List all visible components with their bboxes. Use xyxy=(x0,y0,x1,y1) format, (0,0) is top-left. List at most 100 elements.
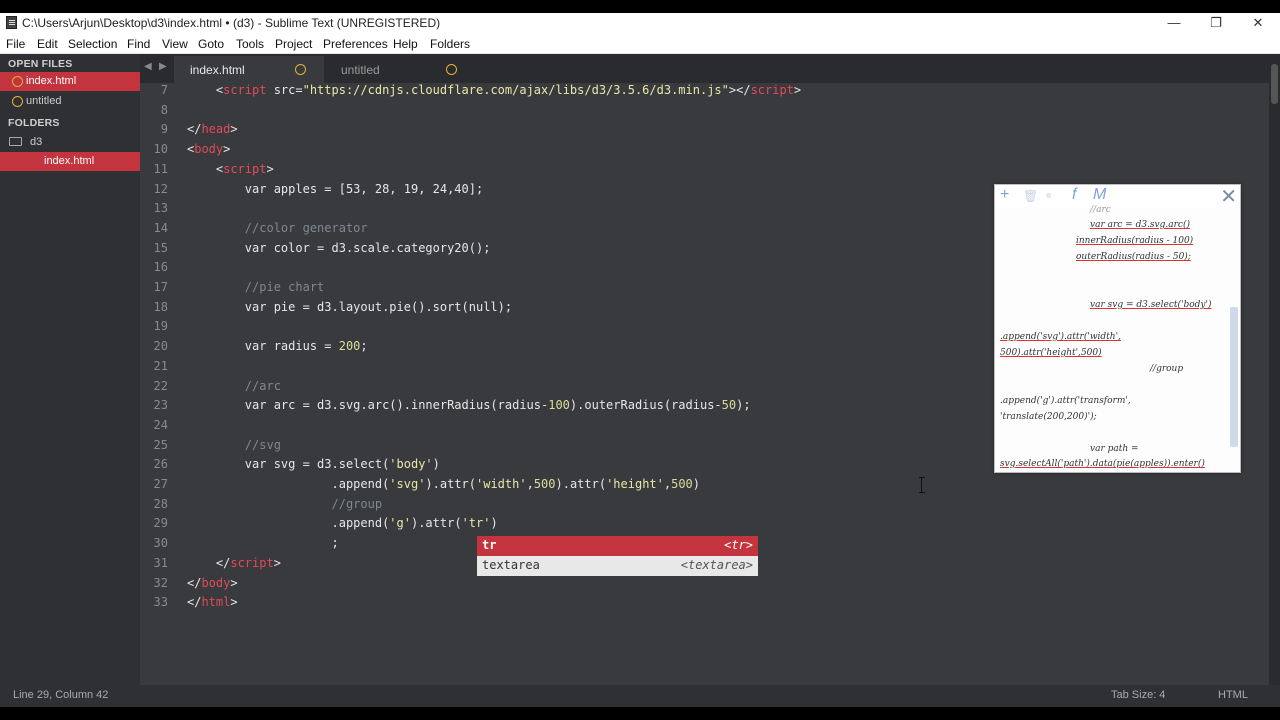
menu-edit[interactable]: Edit xyxy=(37,37,58,51)
sidebar-open-file-untitled[interactable]: untitled xyxy=(0,92,140,111)
line-number: 11 xyxy=(153,161,168,176)
code-token: </ xyxy=(187,595,202,610)
code-line[interactable]: 28 //group xyxy=(140,495,1269,515)
code-text: </body> xyxy=(187,576,238,590)
note-facebook-icon[interactable]: f xyxy=(1072,186,1076,204)
code-token: </ xyxy=(187,555,231,570)
note-close-icon[interactable]: ✕ xyxy=(1220,185,1237,209)
code-token: > xyxy=(230,595,238,610)
code-token: ) xyxy=(432,457,440,472)
menu-find[interactable]: Find xyxy=(127,37,150,51)
code-line[interactable]: 29 .append('g').attr('tr') xyxy=(140,514,1269,534)
restore-button[interactable]: ❐ xyxy=(1196,13,1236,34)
code-token: //pie chart xyxy=(187,280,325,294)
tab-untitled[interactable]: untitled xyxy=(325,56,475,83)
close-window-button[interactable]: ✕ xyxy=(1238,13,1278,34)
code-token: 'width' xyxy=(476,477,527,491)
line-number: 26 xyxy=(153,457,168,472)
scrollbar-thumb[interactable] xyxy=(1271,64,1278,104)
code-token: 50 xyxy=(721,398,737,413)
code-token: var color = d3.scale.category20(); xyxy=(187,240,491,255)
line-number: 21 xyxy=(153,358,168,373)
menu-preferences[interactable]: Preferences xyxy=(323,37,388,51)
menu-selection[interactable]: Selection xyxy=(68,37,117,51)
code-token: //group xyxy=(187,496,383,511)
menu-view[interactable]: View xyxy=(162,37,188,51)
minimize-button[interactable]: — xyxy=(1154,13,1194,34)
bottom-strip xyxy=(0,707,1280,720)
code-line[interactable]: 10 <body> xyxy=(140,140,1269,160)
menu-help[interactable]: Help xyxy=(393,37,418,51)
status-tab-size[interactable]: Tab Size: 4 xyxy=(1111,689,1165,701)
menu-folders[interactable]: Folders xyxy=(430,37,470,51)
autocomplete-item-tr[interactable]: tr <tr> xyxy=(477,536,758,556)
code-text: ; xyxy=(187,536,339,551)
code-text: </head> xyxy=(187,122,238,136)
line-number: 12 xyxy=(153,181,168,196)
code-text: </html> xyxy=(187,595,238,609)
code-token: > xyxy=(223,142,231,157)
note-add-icon[interactable]: + xyxy=(1000,186,1009,204)
autocomplete-keyword: textarea xyxy=(482,558,540,572)
code-token: //svg xyxy=(187,437,281,452)
folder-icon xyxy=(9,137,22,146)
line-number: 8 xyxy=(160,102,168,117)
code-line[interactable]: 27 .append('svg').attr('width',500).attr… xyxy=(140,475,1269,495)
autocomplete-item-textarea[interactable]: textarea <textarea> xyxy=(477,556,758,576)
note-text-line: .append('svg').attr('width', xyxy=(1000,332,1121,342)
code-token: 200 xyxy=(338,339,361,354)
status-cursor-position: Line 29, Column 42 xyxy=(13,689,109,701)
tab-next-icon[interactable]: ▶ xyxy=(159,61,167,72)
sidebar-folder-d3[interactable]: d3 xyxy=(30,136,42,148)
code-token: ) xyxy=(692,477,701,491)
note-gmail-icon[interactable]: M xyxy=(1093,186,1106,204)
tab-modified-icon[interactable] xyxy=(295,64,306,75)
note-trash-icon[interactable]: 🗑 xyxy=(1023,189,1038,203)
code-text: var color = d3.scale.category20(); xyxy=(187,240,491,255)
code-token: var arc = d3.svg.arc().innerRadius(radiu… xyxy=(187,398,549,413)
menu-bar: File Edit Selection Find View Goto Tools… xyxy=(0,34,1280,54)
menu-goto[interactable]: Goto xyxy=(198,37,224,51)
line-number: 30 xyxy=(153,536,168,551)
code-line[interactable]: 8 xyxy=(140,101,1269,121)
menu-tools[interactable]: Tools xyxy=(236,37,264,51)
note-text-line: 500).attr('height',500) xyxy=(1000,348,1102,358)
code-token: > xyxy=(793,83,802,97)
code-token: ) xyxy=(490,516,498,531)
code-line[interactable]: 9 </head> xyxy=(140,120,1269,140)
vertical-scrollbar[interactable] xyxy=(1269,54,1280,685)
code-token: 'body' xyxy=(389,457,433,472)
code-line[interactable]: 7 <script src="https://cdnjs.cloudflare.… xyxy=(140,83,1269,101)
line-number: 33 xyxy=(153,595,168,610)
sidebar-open-file-index[interactable]: index.html xyxy=(0,72,140,91)
code-token: < xyxy=(187,161,224,176)
note-text-line: .append('g').attr('transform', xyxy=(1000,396,1131,406)
menu-project[interactable]: Project xyxy=(275,37,312,51)
code-token: ; xyxy=(187,536,339,551)
tab-modified-icon[interactable] xyxy=(446,64,457,75)
note-text-line: outerRadius(radius - 50); xyxy=(1076,252,1191,262)
note-text-line: innerRadius(radius - 100) xyxy=(1076,236,1194,246)
line-number: 23 xyxy=(153,398,168,413)
note-scrollbar[interactable] xyxy=(1230,307,1238,447)
title-bar-inner: C:\Users\Arjun\Desktop\d3\index.html • (… xyxy=(0,13,1280,34)
code-token: head xyxy=(201,122,231,137)
status-syntax[interactable]: HTML xyxy=(1218,689,1248,701)
code-token: script xyxy=(223,83,267,97)
code-text: //svg xyxy=(187,438,281,452)
sidebar-folder-file-index[interactable]: index.html xyxy=(0,152,140,171)
tab-index-html[interactable]: index.html xyxy=(174,56,324,83)
code-text: var radius = 200; xyxy=(187,339,368,353)
line-number: 19 xyxy=(153,319,168,334)
menu-file[interactable]: File xyxy=(6,37,25,51)
line-number: 27 xyxy=(153,477,168,491)
code-line[interactable]: 32 </body> xyxy=(140,574,1269,594)
code-line[interactable]: 33 </html> xyxy=(140,593,1269,613)
note-color-icon[interactable]: ● xyxy=(1045,188,1052,202)
code-token: > xyxy=(230,575,238,590)
tab-bar: ◀ ▶ index.html untitled xyxy=(140,54,1280,83)
tab-prev-icon[interactable]: ◀ xyxy=(144,61,152,72)
code-text: var apples = [53, 28, 19, 24,40]; xyxy=(187,182,483,196)
code-line[interactable]: 11 <script> xyxy=(140,160,1269,180)
window-title: C:\Users\Arjun\Desktop\d3\index.html • (… xyxy=(22,16,441,30)
